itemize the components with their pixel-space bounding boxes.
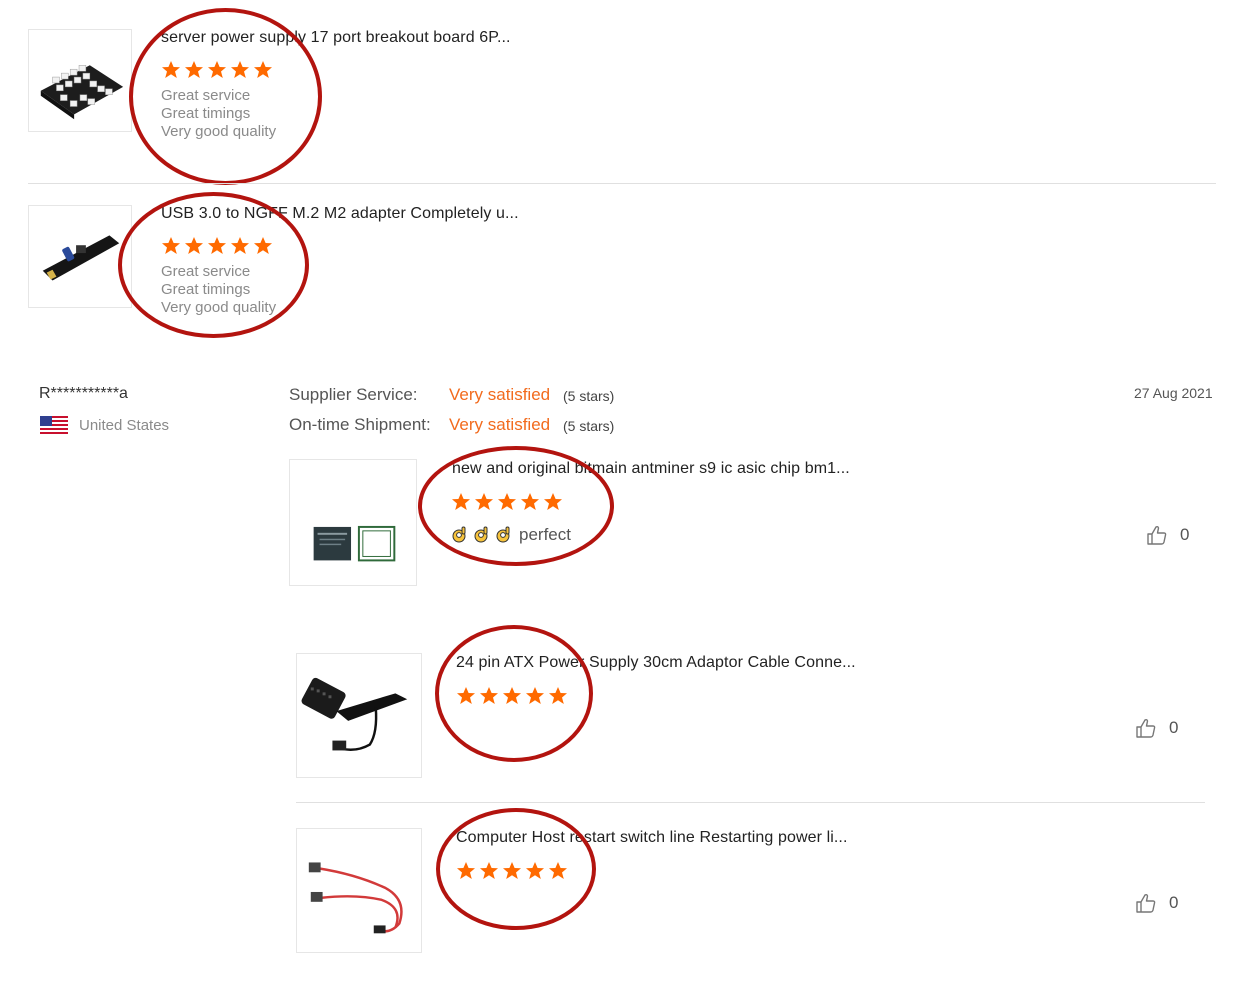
product-image[interactable]	[296, 653, 422, 778]
flag-us-icon	[40, 416, 68, 436]
shipment-value: Very satisfied	[449, 415, 551, 434]
star-icon	[254, 237, 272, 254]
shipment-label: On-time Shipment:	[289, 415, 431, 434]
star-icon	[498, 493, 516, 510]
star-icon	[457, 687, 475, 704]
like-button[interactable]: 0	[1135, 892, 1178, 914]
star-rating	[161, 60, 273, 80]
comment-text: perfect	[519, 525, 571, 544]
star-icon	[544, 493, 562, 510]
star-rating	[456, 686, 568, 706]
star-icon	[162, 237, 180, 254]
thumbs-up-icon	[1147, 525, 1167, 545]
star-icon	[208, 61, 226, 78]
supplier-service-value: Very satisfied	[449, 385, 551, 404]
star-icon	[457, 862, 475, 879]
thumbs-up-icon	[1136, 718, 1156, 738]
star-icon	[549, 687, 567, 704]
star-icon	[480, 862, 498, 879]
thumbs-up-icon	[1136, 893, 1156, 913]
star-icon	[526, 687, 544, 704]
ok-hand-icon	[474, 526, 488, 543]
product-title[interactable]: new and original bitmain antminer s9 ic …	[452, 460, 850, 478]
product-title[interactable]: server power supply 17 port breakout boa…	[161, 29, 511, 47]
product-title[interactable]: USB 3.0 to NGFF M.2 M2 adapter Completel…	[161, 205, 519, 223]
star-icon	[231, 61, 249, 78]
like-button[interactable]: 0	[1135, 717, 1178, 739]
reviewer-country: United States	[79, 417, 170, 434]
divider	[28, 183, 1216, 184]
breakout-board-image	[40, 65, 124, 120]
supplier-service-label: Supplier Service:	[289, 385, 418, 404]
shipment-note: (5 stars)	[563, 418, 615, 434]
like-count: 0	[1169, 718, 1179, 737]
star-icon	[185, 237, 203, 254]
star-rating	[456, 861, 568, 881]
star-icon	[480, 687, 498, 704]
review-line: Great timings	[161, 281, 251, 298]
star-icon	[503, 862, 521, 879]
product-image[interactable]	[28, 29, 132, 132]
star-icon	[475, 493, 493, 510]
like-count: 0	[1180, 525, 1190, 544]
review-line: Very good quality	[161, 123, 277, 140]
switch-cable-image	[308, 862, 403, 934]
star-icon	[503, 687, 521, 704]
star-icon	[254, 61, 272, 78]
star-icon	[231, 237, 249, 254]
star-icon	[526, 862, 544, 879]
ok-hand-icon	[452, 526, 466, 543]
product-image[interactable]	[289, 459, 417, 586]
review-text: Great service Great timings Very good qu…	[161, 263, 276, 317]
star-icon	[549, 862, 567, 879]
review-line: Great timings	[161, 105, 251, 122]
product-image[interactable]	[28, 205, 132, 308]
product-title[interactable]: Computer Host restart switch line Restar…	[456, 829, 848, 847]
star-rating	[161, 236, 273, 256]
reviewer-name: R***********a	[39, 385, 128, 402]
review-text: Great service Great timings Very good qu…	[161, 87, 276, 141]
star-rating	[451, 492, 563, 512]
asic-chip-image	[313, 525, 396, 562]
star-icon	[452, 493, 470, 510]
review-line: Great service	[161, 87, 251, 104]
review-line: Very good quality	[161, 299, 277, 316]
ok-hand-icon	[496, 526, 510, 543]
product-image[interactable]	[296, 828, 422, 953]
atx-cable-image	[301, 677, 408, 751]
review-comment: perfect	[451, 525, 571, 545]
m2-adapter-image	[42, 235, 120, 281]
like-button[interactable]: 0	[1146, 524, 1189, 546]
star-icon	[521, 493, 539, 510]
star-icon	[185, 61, 203, 78]
divider	[296, 802, 1205, 803]
product-title[interactable]: 24 pin ATX Power Supply 30cm Adaptor Cab…	[456, 654, 856, 672]
star-icon	[162, 61, 180, 78]
supplier-service-note: (5 stars)	[563, 388, 615, 404]
review-date: 27 Aug 2021	[1134, 385, 1213, 401]
star-icon	[208, 237, 226, 254]
review-line: Great service	[161, 263, 251, 280]
like-count: 0	[1169, 893, 1179, 912]
